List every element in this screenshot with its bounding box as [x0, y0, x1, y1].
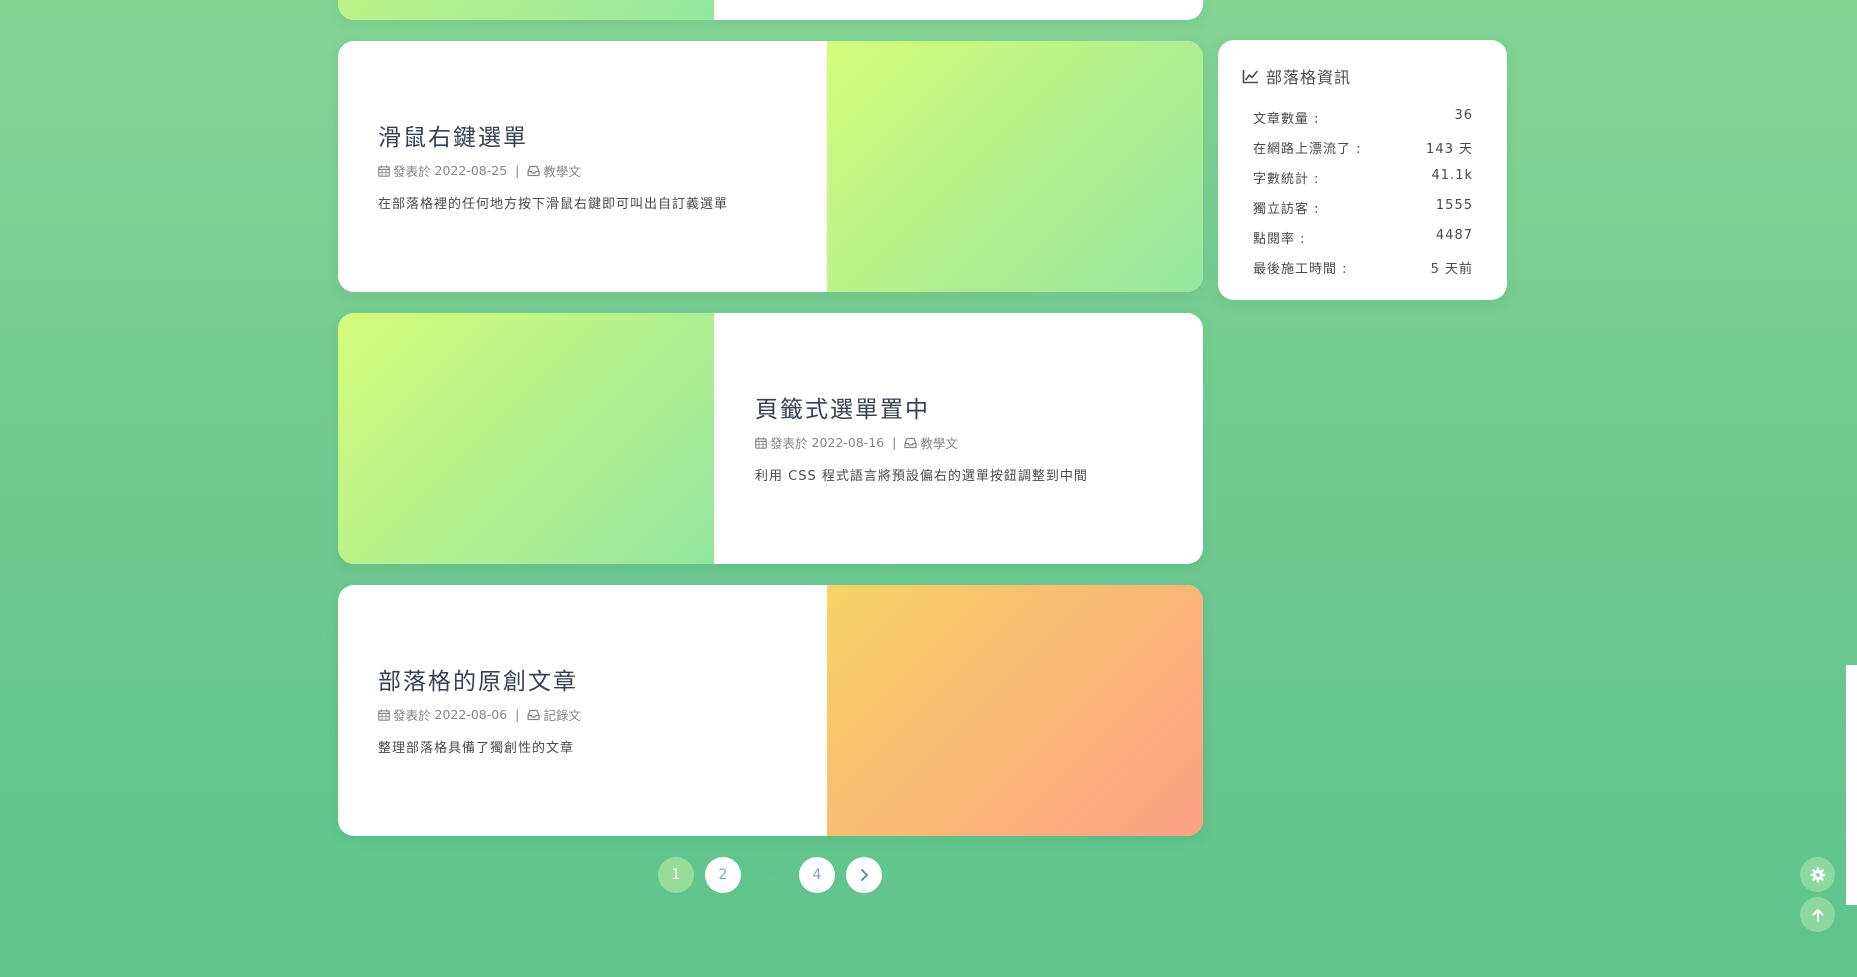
stat-value: 4487 — [1435, 228, 1473, 243]
stat-value: 36 — [1454, 108, 1473, 123]
stat-last-update: 最後施工時間 : 5 天前 — [1253, 258, 1473, 278]
stat-label: 點閱率 : — [1253, 232, 1306, 247]
post-description: 整理部落格具備了獨創性的文章 — [378, 741, 575, 756]
stat-value: 1555 — [1435, 198, 1473, 213]
inbox-icon — [904, 437, 917, 448]
stat-unique-visitors: 獨立訪客 : 1555 — [1253, 198, 1473, 218]
stat-page-views: 點閱率 : 4487 — [1253, 228, 1473, 248]
post-description: 在部落格裡的任何地方按下滑鼠右鍵即可叫出自訂義選單 — [378, 197, 729, 212]
page-current: 1 — [658, 857, 694, 893]
chevron-right-icon — [861, 869, 868, 881]
widget-title: 部落格資訊 — [1266, 68, 1352, 87]
stat-label: 字數統計 : — [1253, 172, 1320, 187]
post-date: 2022-08-16 — [811, 435, 885, 450]
arrow-up-icon — [1812, 908, 1823, 922]
calendar-icon — [378, 709, 390, 721]
post-info: 部落格的原創文章 發表於 2022-08-06 | 記錄文 整理部落格具備了獨創… — [378, 585, 818, 836]
post-title[interactable]: 滑鼠右鍵選單 — [378, 118, 528, 152]
post-meta: 發表於 2022-08-06 | 記錄文 — [378, 705, 581, 724]
post-category-link[interactable]: 教學文 — [543, 161, 581, 180]
stat-label: 最後施工時間 : — [1253, 262, 1348, 277]
post-date-prefix: 發表於 — [770, 436, 808, 451]
post-date-prefix: 發表於 — [393, 708, 431, 723]
post-description: 利用 CSS 程式語言將預設偏右的選單按鈕調整到中間 — [755, 469, 1088, 484]
widget-header: 部落格資訊 — [1242, 64, 1351, 88]
stat-value: 41.1k — [1431, 168, 1473, 183]
stat-value: 143 天 — [1426, 142, 1473, 157]
chart-line-icon — [1242, 69, 1258, 83]
post-title[interactable]: 頁籤式選單置中 — [755, 390, 930, 424]
next-page-button[interactable] — [846, 857, 882, 893]
post-title[interactable]: 部落格的原創文章 — [378, 662, 578, 696]
post-meta: 發表於 2022-08-25 | 教學文 — [378, 161, 581, 180]
meta-separator: | — [515, 163, 520, 178]
post-cover-image[interactable] — [338, 0, 714, 20]
scrollbar[interactable] — [1846, 665, 1857, 905]
back-to-top-button[interactable] — [1800, 897, 1835, 932]
post-info: 滑鼠右鍵選單 發表於 2022-08-25 | 教學文 在部落格裡的任何地方按下… — [378, 41, 818, 292]
inbox-icon — [527, 165, 540, 176]
stat-value: 5 天前 — [1430, 262, 1473, 277]
post-card[interactable]: 部落格的原創文章 發表於 2022-08-06 | 記錄文 整理部落格具備了獨創… — [338, 585, 1203, 836]
stat-days-online: 在網路上漂流了 : 143 天 — [1253, 138, 1473, 158]
meta-separator: | — [515, 707, 520, 722]
post-date-prefix: 發表於 — [393, 164, 431, 179]
post-category-link[interactable]: 教學文 — [920, 433, 958, 452]
post-cover-image[interactable] — [827, 585, 1203, 836]
post-category-link[interactable]: 記錄文 — [543, 705, 581, 724]
post-date: 2022-08-25 — [434, 163, 508, 178]
meta-separator: | — [892, 435, 897, 450]
post-meta: 發表於 2022-08-16 | 教學文 — [755, 433, 958, 452]
calendar-icon — [378, 165, 390, 177]
post-cover-image[interactable] — [338, 313, 714, 564]
gear-icon — [1810, 867, 1825, 882]
calendar-icon — [755, 437, 767, 449]
post-card[interactable]: 頁籤式選單置中 發表於 2022-08-16 | 教學文 利用 CSS 程式語言… — [338, 313, 1203, 564]
post-card[interactable]: 滑鼠右鍵選單 發表於 2022-08-25 | 教學文 在部落格裡的任何地方按下… — [338, 41, 1203, 292]
post-cover-image[interactable] — [827, 41, 1203, 292]
stat-article-count: 文章數量 : 36 — [1253, 108, 1473, 128]
inbox-icon — [527, 709, 540, 720]
page-link[interactable]: 4 — [799, 857, 835, 893]
stat-label: 文章數量 : — [1253, 112, 1320, 127]
post-date: 2022-08-06 — [434, 707, 508, 722]
stat-label: 在網路上漂流了 : — [1253, 142, 1362, 157]
post-card-partial[interactable] — [338, 0, 1203, 20]
settings-button[interactable] — [1800, 857, 1835, 892]
page-link[interactable]: 2 — [705, 857, 741, 893]
stat-word-count: 字數統計 : 41.1k — [1253, 168, 1473, 188]
page-ellipsis: ··· — [763, 867, 777, 883]
blog-info-widget: 部落格資訊 文章數量 : 36 在網路上漂流了 : 143 天 字數統計 : 4… — [1218, 40, 1507, 300]
stat-label: 獨立訪客 : — [1253, 202, 1320, 217]
post-info: 頁籤式選單置中 發表於 2022-08-16 | 教學文 利用 CSS 程式語言… — [755, 313, 1175, 564]
